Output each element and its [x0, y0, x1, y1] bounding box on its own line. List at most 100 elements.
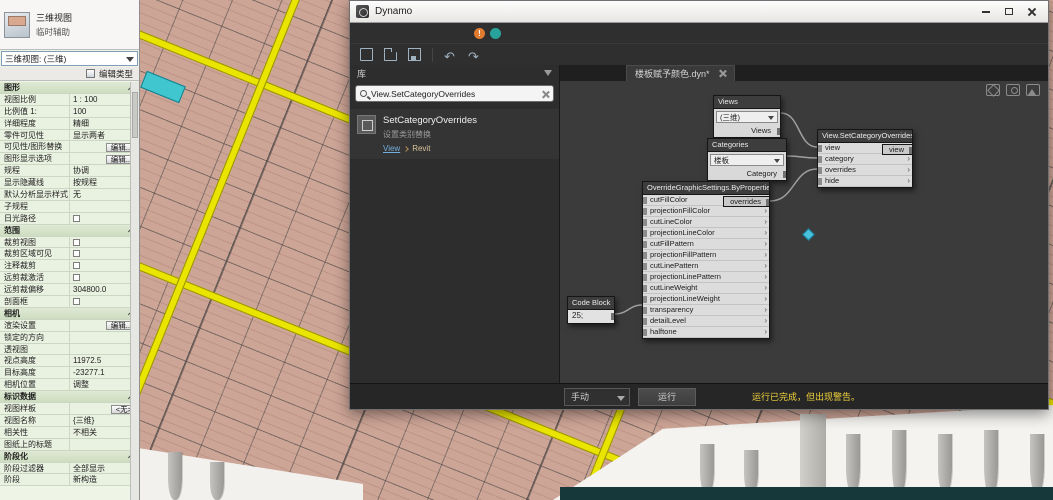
property-row[interactable]: 阶段过滤器 全部显示 全部显示 — [0, 463, 139, 475]
property-row[interactable]: 阶段化 — [0, 451, 139, 463]
property-row[interactable]: 裁剪区域可见 — [0, 248, 139, 260]
output-port-nub[interactable] — [783, 171, 787, 178]
input-port-nub[interactable] — [643, 318, 647, 325]
property-row[interactable]: 注释裁剪 — [0, 260, 139, 272]
palette-scrollbar[interactable] — [130, 82, 139, 500]
type-selector-dropdown[interactable]: 三维视图: (三维) — [1, 51, 138, 66]
node-title[interactable]: View.SetCategoryOverrides — [818, 130, 912, 143]
property-value[interactable]: 按规程 按规程 — [70, 177, 139, 188]
input-port-nub[interactable] — [643, 252, 647, 259]
node-input-port[interactable]: transparency — [643, 305, 769, 316]
property-value[interactable]: 编辑... 编辑... — [70, 320, 139, 331]
image-export-icon[interactable] — [1026, 84, 1040, 96]
property-row[interactable]: 裁剪视图 — [0, 237, 139, 249]
output-port[interactable]: Category — [708, 168, 786, 180]
property-value[interactable]: 11972.5 11972.5 — [70, 355, 139, 366]
property-value[interactable] — [70, 260, 139, 271]
property-row[interactable]: 子规程 — [0, 201, 139, 213]
search-result-item[interactable]: SetCategoryOverrides 设置类别替换 View Revit — [350, 109, 559, 159]
search-input[interactable] — [371, 89, 537, 99]
input-port-nub[interactable] — [818, 167, 822, 174]
node-input-port[interactable]: category — [818, 154, 912, 165]
input-port-nub[interactable] — [643, 219, 647, 226]
property-row[interactable]: 远剪裁激活 — [0, 272, 139, 284]
property-row[interactable]: 详细程度 精细 精细 — [0, 118, 139, 130]
property-row[interactable]: 剖面框 — [0, 296, 139, 308]
node-input-port[interactable]: cutLineWeight — [643, 283, 769, 294]
title-bar[interactable]: Dynamo — [350, 1, 1048, 23]
node-input-port[interactable]: halftone — [643, 327, 769, 338]
input-port-nub[interactable] — [643, 230, 647, 237]
node-input-port[interactable]: projectionFillPattern — [643, 250, 769, 261]
property-checkbox[interactable] — [73, 274, 80, 281]
input-port-nub[interactable] — [643, 274, 647, 281]
output-port[interactable]: view — [882, 144, 912, 155]
property-row[interactable]: 图纸上的标题 — [0, 439, 139, 451]
node-views[interactable]: Views (三维) Views — [713, 95, 781, 138]
node-input-port[interactable]: cutLinePattern — [643, 261, 769, 272]
property-checkbox[interactable] — [73, 262, 80, 269]
node-title[interactable]: Categories — [708, 139, 786, 152]
property-row[interactable]: 视图样板 <无> <无> — [0, 403, 139, 415]
property-row[interactable]: 规程 协调 协调 — [0, 165, 139, 177]
output-port-nub[interactable] — [909, 147, 913, 154]
input-port-nub[interactable] — [643, 263, 647, 270]
property-value[interactable]: 编辑... 编辑... — [70, 153, 139, 164]
property-value[interactable] — [70, 272, 139, 283]
property-value[interactable]: 不相关 不相关 — [70, 427, 139, 438]
output-port[interactable]: overrides — [723, 196, 769, 207]
save-icon[interactable] — [408, 48, 421, 61]
graph-canvas[interactable]: Views (三维) Views Categories 楼板 — [560, 81, 1048, 383]
node-input-port[interactable]: projectionFillColor — [643, 206, 769, 217]
output-port-nub[interactable] — [611, 313, 615, 320]
node-input-port[interactable]: cutFillPattern — [643, 239, 769, 250]
property-row[interactable]: 图形显示选项 编辑... 编辑... — [0, 153, 139, 165]
property-row[interactable]: 目标高度 -23277.1 -23277.1 — [0, 367, 139, 379]
node-input-port[interactable]: cutLineColor — [643, 217, 769, 228]
input-port-nub[interactable] — [643, 329, 647, 336]
node-title[interactable]: Code Block — [568, 297, 614, 310]
node-title[interactable]: OverrideGraphicSettings.ByProperties — [643, 182, 769, 195]
property-row[interactable]: 可见性/图形替换 编辑... 编辑... — [0, 141, 139, 153]
node-input-port[interactable]: hide — [818, 176, 912, 187]
property-value[interactable] — [70, 439, 139, 450]
property-value[interactable]: 全部显示 全部显示 — [70, 463, 139, 474]
property-row[interactable]: 日光路径 — [0, 213, 139, 225]
output-port[interactable]: Views — [714, 125, 780, 137]
property-value[interactable] — [70, 248, 139, 259]
library-search-box[interactable] — [355, 85, 554, 102]
property-value[interactable]: <无> <无> — [70, 403, 139, 414]
property-row[interactable]: 标识数据 — [0, 391, 139, 403]
property-row[interactable]: 比例值 1: 100 100 — [0, 106, 139, 118]
property-checkbox[interactable] — [73, 250, 80, 257]
property-row[interactable]: 范围 — [0, 225, 139, 237]
node-input-port[interactable]: overrides — [818, 165, 912, 176]
property-value[interactable] — [70, 332, 139, 343]
node-categories[interactable]: Categories 楼板 Category — [707, 138, 787, 181]
output-port-nub[interactable] — [777, 128, 781, 135]
node-input-port[interactable]: projectionLineWeight — [643, 294, 769, 305]
minimize-button[interactable] — [976, 4, 996, 19]
input-port-nub[interactable] — [643, 197, 647, 204]
notification-icon[interactable] — [490, 28, 501, 39]
redo-icon[interactable] — [468, 48, 481, 61]
output-port-nub[interactable] — [766, 199, 770, 206]
node-code-block[interactable]: Code Block 25; — [567, 296, 615, 324]
property-value[interactable]: 无 无 — [70, 189, 139, 200]
maximize-button[interactable] — [999, 4, 1019, 19]
property-value[interactable] — [70, 296, 139, 307]
undo-icon[interactable] — [444, 48, 457, 61]
input-port-nub[interactable] — [818, 156, 822, 163]
property-value[interactable]: 新构造 新构造 — [70, 474, 139, 485]
workspace-tab[interactable]: 楼板赋予颜色.dyn* — [626, 65, 735, 81]
input-port-nub[interactable] — [643, 285, 647, 292]
edit-type-button[interactable]: 编辑类型 — [0, 67, 139, 81]
property-row[interactable]: 渲染设置 编辑... 编辑... — [0, 320, 139, 332]
code-block-expression[interactable]: 25; — [568, 310, 614, 323]
node-title[interactable]: Views — [714, 96, 780, 109]
property-row[interactable]: 视点高度 11972.5 11972.5 — [0, 355, 139, 367]
property-row[interactable]: 相机 — [0, 308, 139, 320]
clear-search-icon[interactable] — [541, 90, 549, 98]
input-port-nub[interactable] — [643, 208, 647, 215]
property-row[interactable]: 显示隐藏线 按规程 按规程 — [0, 177, 139, 189]
